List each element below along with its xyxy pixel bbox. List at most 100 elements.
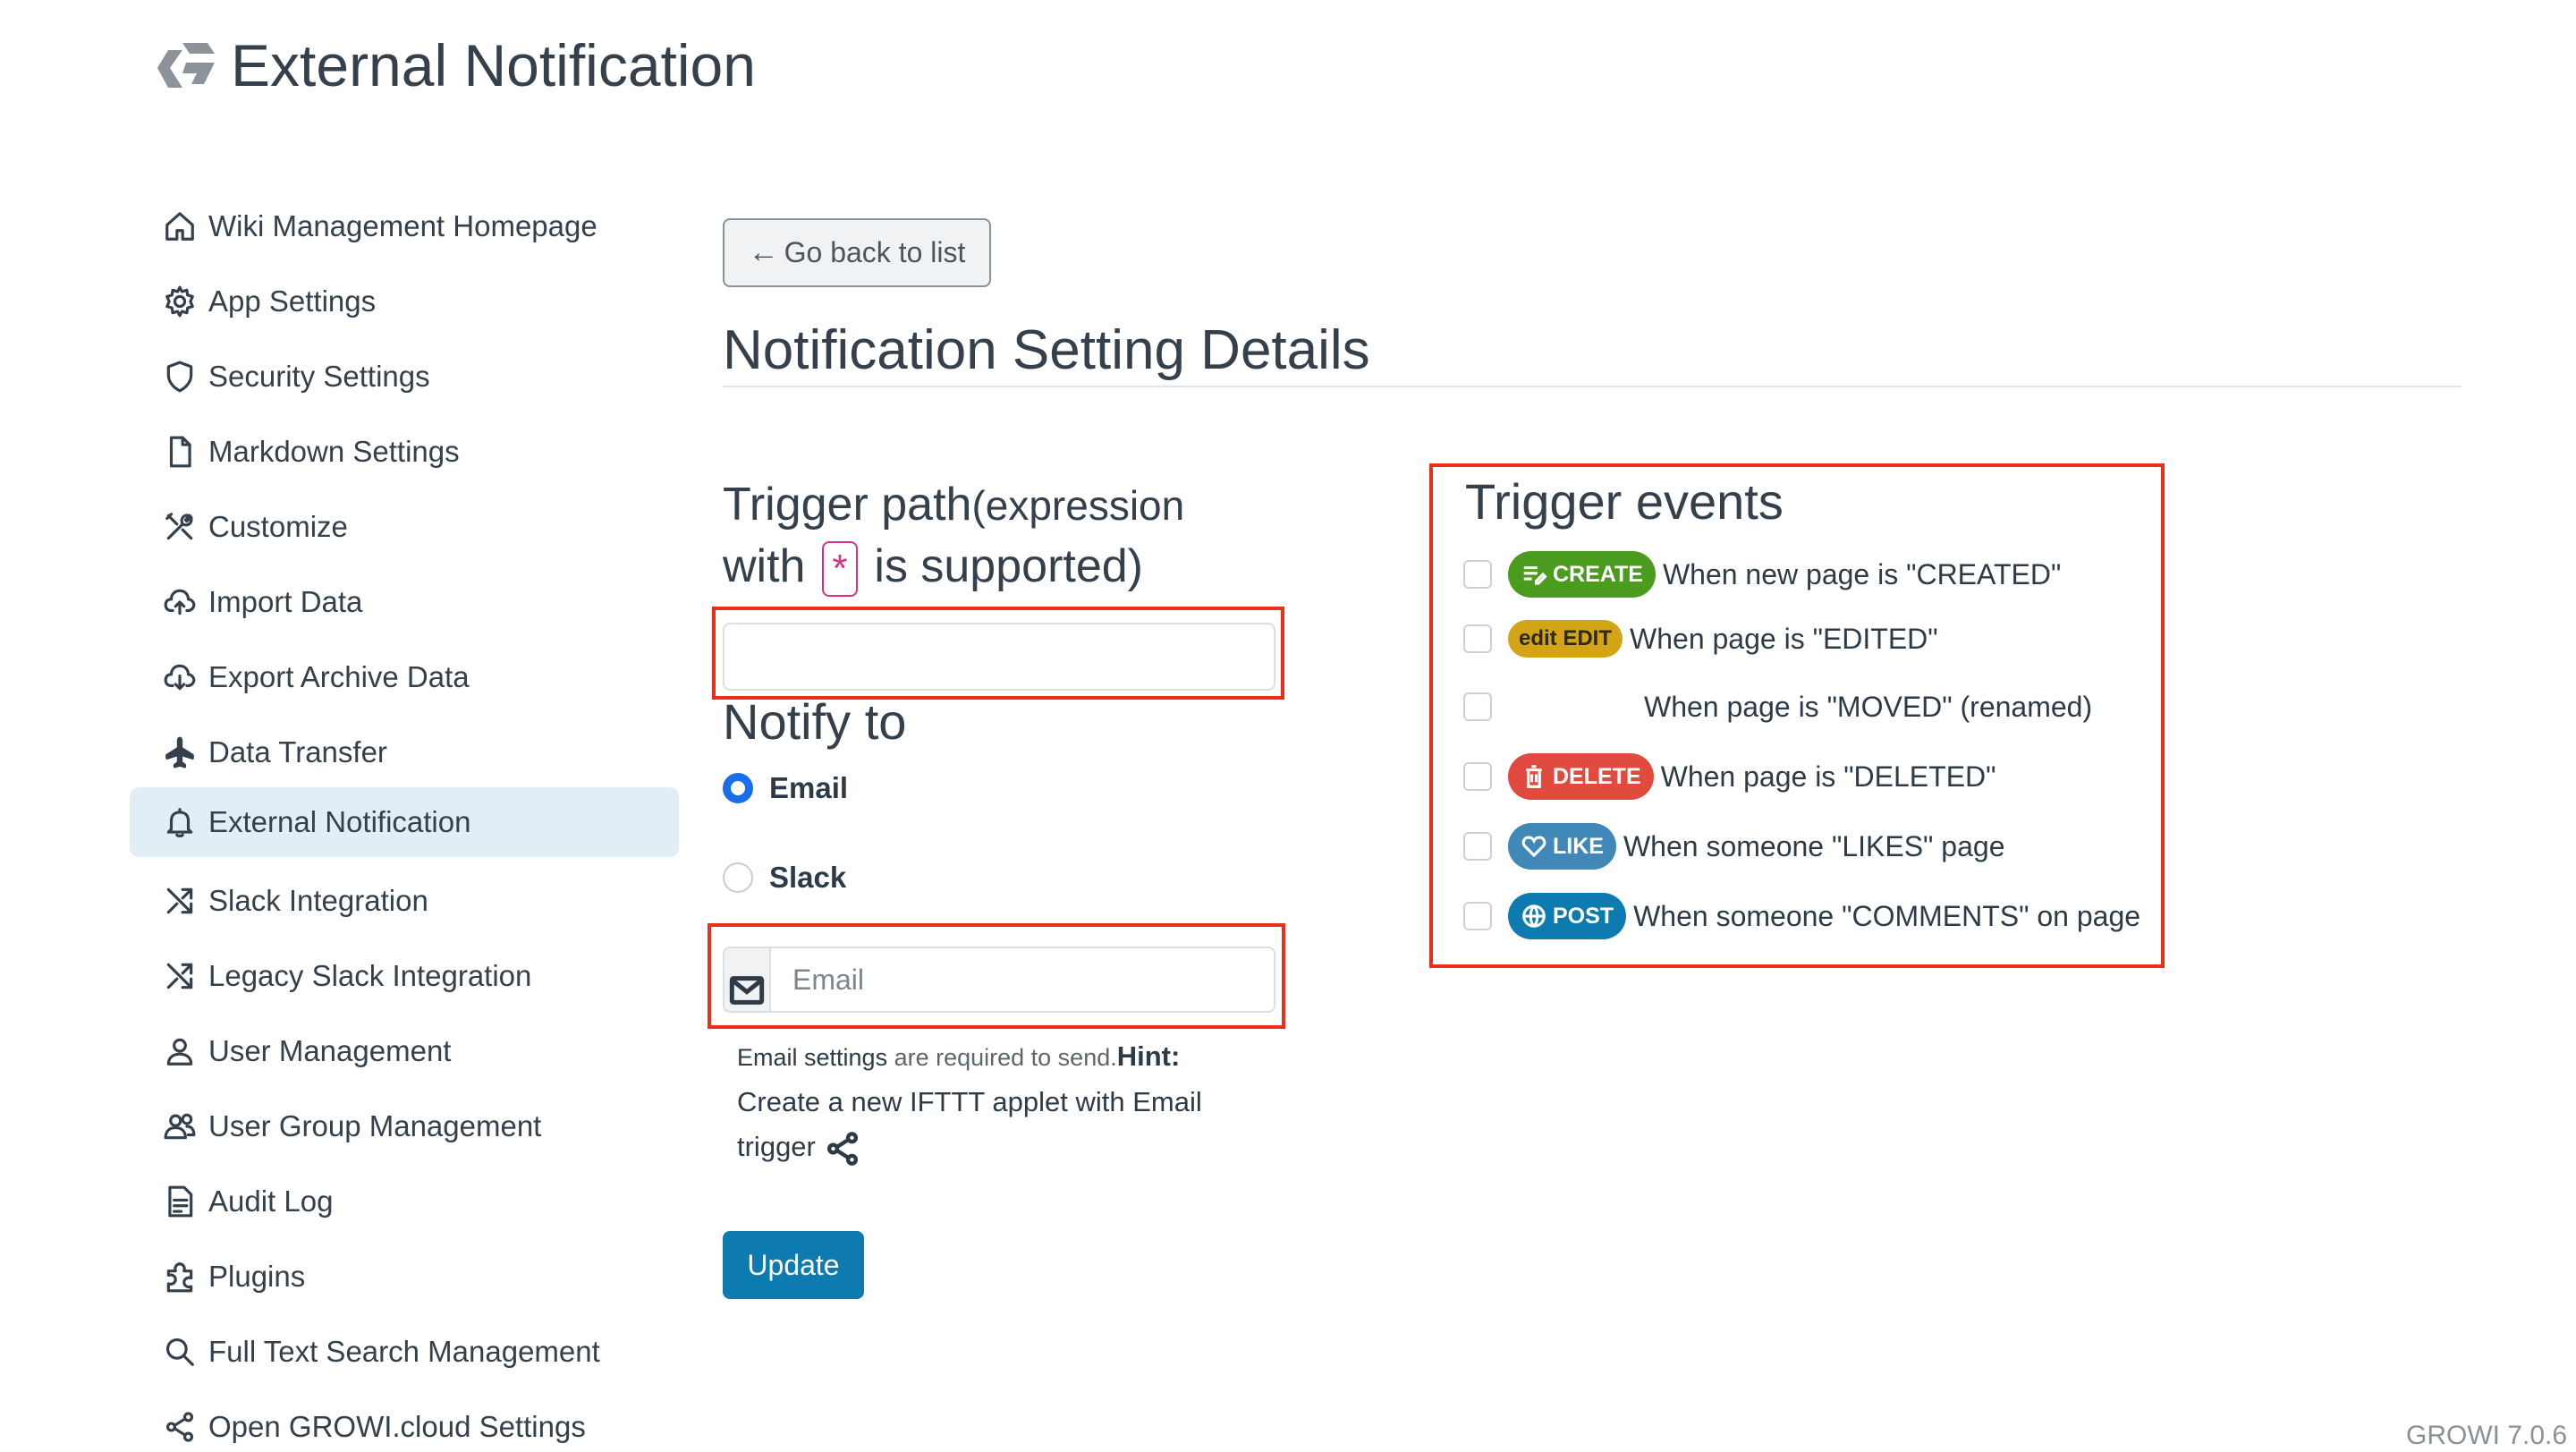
event-text: When page is "MOVED" (renamed) xyxy=(1644,690,2093,723)
sidebar-item-customize[interactable]: Customize xyxy=(130,492,679,562)
event-row-create: CREATE When new page is "CREATED" xyxy=(1463,548,2061,601)
badge-post: POST xyxy=(1508,893,1627,939)
email-input[interactable] xyxy=(769,947,1275,1013)
sidebar-item-label: User Group Management xyxy=(208,1109,542,1142)
sidebar-item-wiki-management-homepage[interactable]: Wiki Management Homepage xyxy=(130,191,679,261)
document-icon xyxy=(162,1184,198,1219)
sidebar-item-label: Markdown Settings xyxy=(208,435,460,468)
sidebar-item-label: Import Data xyxy=(208,585,363,618)
heart-icon xyxy=(1521,836,1546,858)
create-icon xyxy=(1523,565,1547,585)
event-checkbox-move[interactable] xyxy=(1463,692,1492,721)
globe-icon xyxy=(1522,904,1546,928)
badge-create: CREATE xyxy=(1508,551,1656,598)
event-text: When page is "EDITED" xyxy=(1630,622,1938,655)
badge-label: DELETE xyxy=(1553,763,1641,789)
event-checkbox-post[interactable] xyxy=(1463,902,1492,930)
page-title: External Notification xyxy=(231,32,756,98)
sidebar-item-label: Legacy Slack Integration xyxy=(208,959,532,992)
person-icon xyxy=(162,1033,198,1069)
event-text: When someone "LIKES" page xyxy=(1623,829,2005,862)
event-checkbox-edit[interactable] xyxy=(1463,624,1492,653)
trigger-path-input[interactable] xyxy=(723,623,1275,691)
go-back-label: Go back to list xyxy=(784,236,966,268)
trigger-events-title: Trigger events xyxy=(1465,473,1784,530)
hint-text: Create a new IFTTT applet with Email tri… xyxy=(737,1086,1202,1162)
radio-slack[interactable]: Slack xyxy=(723,861,846,895)
sidebar-item-open-growi-cloud-settings[interactable]: Open GROWI.cloud Settings xyxy=(130,1392,679,1452)
notify-to-label: Notify to xyxy=(723,693,907,750)
sidebar-item-audit-log[interactable]: Audit Log xyxy=(130,1167,679,1236)
trigger-path-subtitle: (expression xyxy=(971,482,1185,529)
sidebar-item-label: External Notification xyxy=(208,805,471,838)
sidebar-item-external-notification[interactable]: External Notification xyxy=(130,787,679,857)
sidebar-item-export-archive-data[interactable]: Export Archive Data xyxy=(130,642,679,712)
event-checkbox-create[interactable] xyxy=(1463,560,1492,589)
badge-like: LIKE xyxy=(1508,823,1616,870)
event-row-delete: DELETE When page is "DELETED" xyxy=(1463,750,1996,803)
event-row-edit: edit EDIT When page is "EDITED" xyxy=(1463,612,1938,666)
sidebar-item-plugins[interactable]: Plugins xyxy=(130,1242,679,1312)
airplane-icon xyxy=(162,734,198,770)
badge-edit: edit EDIT xyxy=(1508,620,1623,658)
search-icon xyxy=(162,1334,198,1370)
trash-icon xyxy=(1526,765,1542,788)
cloud-upload-icon xyxy=(162,584,198,620)
hint-label: Hint: xyxy=(1116,1040,1181,1072)
sidebar-item-label: App Settings xyxy=(208,284,377,318)
bell-icon xyxy=(162,804,198,840)
wildcard-badge: * xyxy=(821,541,858,598)
update-button[interactable]: Update xyxy=(723,1231,864,1299)
required-text: are required to send. xyxy=(887,1044,1117,1071)
cloud-download-icon xyxy=(162,659,198,695)
sidebar-item-full-text-search-management[interactable]: Full Text Search Management xyxy=(130,1317,679,1387)
sidebar-item-import-data[interactable]: Import Data xyxy=(130,567,679,637)
radio-email-indicator[interactable] xyxy=(723,773,753,803)
badge-label: POST xyxy=(1553,903,1614,929)
share-icon xyxy=(162,1409,198,1445)
heading-divider xyxy=(723,386,2462,387)
badge-delete: DELETE xyxy=(1508,753,1654,800)
email-hint: Email settings are required to send.Hint… xyxy=(737,1034,1238,1169)
radio-email[interactable]: Email xyxy=(723,771,848,805)
sidebar-item-label: Slack Integration xyxy=(208,884,428,917)
section-heading: Notification Setting Details xyxy=(723,319,1370,381)
shuffle-icon xyxy=(162,883,198,919)
event-checkbox-like[interactable] xyxy=(1463,832,1492,861)
sidebar-item-data-transfer[interactable]: Data Transfer xyxy=(130,718,679,787)
sidebar-item-markdown-settings[interactable]: Markdown Settings xyxy=(130,417,679,487)
radio-slack-indicator[interactable] xyxy=(723,862,753,893)
shield-icon xyxy=(162,359,198,395)
tools-icon xyxy=(162,509,198,545)
sidebar-item-label: Export Archive Data xyxy=(208,660,470,693)
version-label: GROWI 7.0.6 xyxy=(2406,1421,2568,1450)
sidebar-item-label: User Management xyxy=(208,1034,452,1067)
sidebar-item-label: Plugins xyxy=(208,1260,306,1293)
badge-label: LIKE xyxy=(1553,833,1604,859)
event-checkbox-delete[interactable] xyxy=(1463,762,1492,791)
shuffle-icon xyxy=(162,958,198,994)
home-icon xyxy=(162,208,198,244)
sidebar-item-security-settings[interactable]: Security Settings xyxy=(130,342,679,412)
sidebar-item-label: Customize xyxy=(208,510,348,543)
event-text: When someone "COMMENTS" on page xyxy=(1633,899,2141,932)
gear-icon xyxy=(162,284,198,319)
sidebar-item-label: Wiki Management Homepage xyxy=(208,209,597,242)
radio-slack-label: Slack xyxy=(769,861,847,894)
sidebar-item-slack-integration[interactable]: Slack Integration xyxy=(130,866,679,936)
share-icon[interactable] xyxy=(824,1130,861,1168)
sidebar-item-user-management[interactable]: User Management xyxy=(130,1016,679,1086)
trigger-path-label: Trigger path(expression with * is suppor… xyxy=(723,474,1277,598)
sidebar-item-legacy-slack-integration[interactable]: Legacy Slack Integration xyxy=(130,941,679,1011)
trigger-path-end: is supported) xyxy=(874,540,1143,592)
event-text: When new page is "CREATED" xyxy=(1662,557,2062,590)
file-icon xyxy=(162,434,198,470)
sidebar-item-label: Open GROWI.cloud Settings xyxy=(208,1410,586,1443)
radio-email-label: Email xyxy=(769,771,849,804)
go-back-button[interactable]: ← Go back to list xyxy=(723,218,991,287)
people-icon xyxy=(162,1108,198,1144)
email-settings-link[interactable]: Email settings xyxy=(737,1044,887,1071)
sidebar-item-app-settings[interactable]: App Settings xyxy=(130,267,679,336)
event-row-like: LIKE When someone "LIKES" page xyxy=(1463,819,2004,873)
sidebar-item-user-group-management[interactable]: User Group Management xyxy=(130,1091,679,1161)
